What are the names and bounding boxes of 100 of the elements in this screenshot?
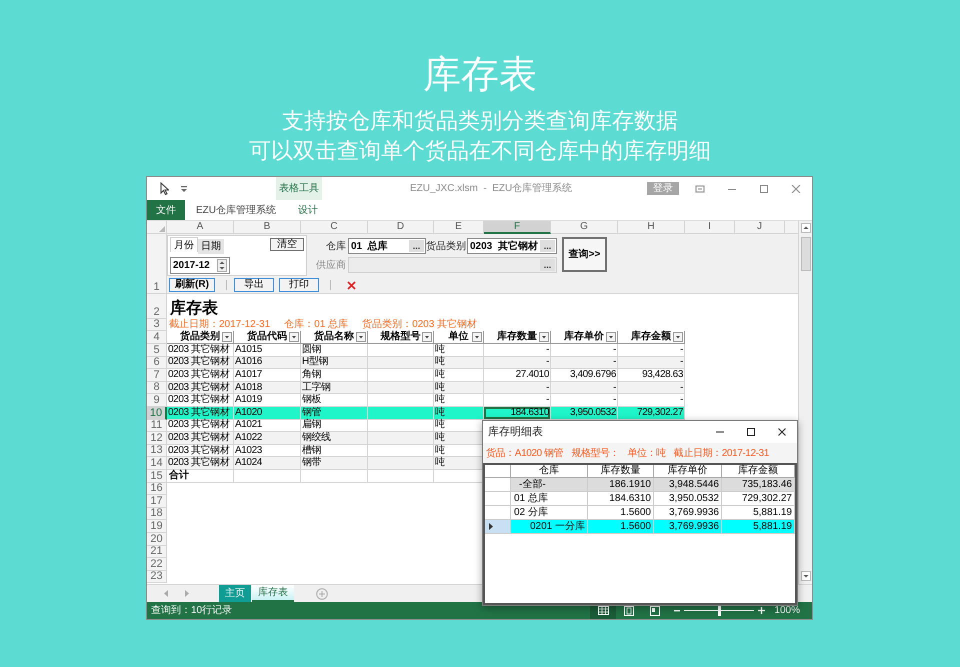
row-number[interactable]: 16 <box>147 482 167 496</box>
dropdown-button[interactable] <box>222 332 232 342</box>
table-cell: A1019 <box>234 394 301 407</box>
plus-icon[interactable] <box>758 607 766 614</box>
table-cell: 93,428.63 <box>618 369 685 382</box>
month-field[interactable]: 2017-12 <box>170 257 230 274</box>
table-cell <box>368 406 434 420</box>
table-cell <box>368 344 434 357</box>
date-tab[interactable]: 日期 <box>198 239 224 254</box>
context-tab[interactable]: 表格工具 <box>276 177 322 200</box>
column-header[interactable]: D <box>368 221 434 234</box>
vertical-scrollbar[interactable] <box>798 221 812 584</box>
row-number[interactable]: 23 <box>147 570 167 584</box>
table-cell: 钢板 <box>301 394 368 407</box>
spinner-icon[interactable] <box>217 259 227 272</box>
row-number[interactable]: 5 <box>147 344 167 357</box>
row-number[interactable]: 13 <box>147 444 167 458</box>
row-number[interactable]: 12 <box>147 432 167 445</box>
row-number[interactable]: 15 <box>147 470 167 483</box>
dropdown-button[interactable] <box>673 332 683 342</box>
grid-view-icon[interactable] <box>598 606 609 615</box>
row-header[interactable] <box>485 520 511 534</box>
row-number[interactable]: 19 <box>147 520 167 533</box>
total-label: 合计 <box>167 470 234 483</box>
sheet-tab[interactable]: 主页 <box>219 585 251 602</box>
table-cell: 吨 <box>434 382 484 394</box>
minus-icon[interactable] <box>674 610 680 612</box>
dropdown-button[interactable] <box>539 332 549 342</box>
row-number[interactable]: 3 <box>147 319 167 331</box>
row-number[interactable]: 1 <box>147 234 167 294</box>
column-header[interactable]: G <box>551 221 618 234</box>
dropdown-button[interactable] <box>472 332 482 342</box>
ribbon-tab[interactable]: EZU仓库管理系统 <box>194 200 278 220</box>
row-number[interactable]: 22 <box>147 558 167 571</box>
page-break-icon[interactable] <box>650 606 660 616</box>
column-header[interactable]: J <box>735 221 785 234</box>
ribbon-tab[interactable]: 设计 <box>296 200 320 220</box>
dropdown-button[interactable] <box>422 332 432 342</box>
scrollbar-thumb[interactable] <box>800 237 810 271</box>
table-cell: - <box>484 356 551 370</box>
row-number[interactable]: 21 <box>147 546 167 558</box>
column-header[interactable]: A <box>167 221 234 234</box>
maximize-icon[interactable] <box>746 427 756 437</box>
table-cell: - <box>484 382 551 394</box>
row-number[interactable]: 7 <box>147 369 167 382</box>
input-field[interactable]: 0203 其它钢材 ... <box>467 238 557 254</box>
sheet-tab[interactable]: 库存表 <box>252 585 294 602</box>
customize-icon[interactable] <box>181 186 187 192</box>
row-number[interactable]: 4 <box>147 331 167 344</box>
table-cell <box>234 470 301 483</box>
row-number[interactable]: 11 <box>147 420 167 432</box>
delete-icon[interactable] <box>347 280 356 290</box>
table-cell: 01 总库 <box>511 492 588 506</box>
column-header[interactable]: I <box>685 221 735 234</box>
row-number[interactable]: 9 <box>147 394 167 407</box>
column-header[interactable]: F <box>484 221 551 234</box>
close-icon[interactable] <box>776 427 786 437</box>
row-number[interactable]: 14 <box>147 457 167 470</box>
clear-button[interactable]: 清空 <box>270 238 304 251</box>
toolbar-button[interactable]: 导出 <box>234 278 274 292</box>
table-cell: 吨 <box>434 356 484 370</box>
toolbar-button[interactable]: 打印 <box>279 278 319 292</box>
query-button[interactable]: 查询>> <box>562 237 607 272</box>
column-header[interactable]: H <box>618 221 685 234</box>
table-cell <box>368 369 434 382</box>
table-cell: 吨 <box>434 406 484 420</box>
dropdown-button[interactable] <box>606 332 616 342</box>
table-cell: A1023 <box>234 444 301 458</box>
window-title: EZU_JXC.xlsm - EZU仓库管理系统 <box>410 182 572 196</box>
ribbon-display-icon[interactable] <box>695 184 705 192</box>
scroll-up-icon[interactable] <box>800 223 810 233</box>
toolbar-button[interactable]: 刷新(R) <box>169 278 215 292</box>
row-number[interactable]: 6 <box>147 356 167 370</box>
column-header: 货品代码 <box>247 331 287 343</box>
dropdown-button[interactable] <box>289 332 299 342</box>
table-cell: 角钢 <box>301 369 368 382</box>
column-header[interactable]: B <box>234 221 301 234</box>
info-text: 货品：A1020 钢管 <box>486 446 564 460</box>
table-cell <box>368 382 434 394</box>
row-number[interactable]: 17 <box>147 495 167 508</box>
date-tab[interactable]: 月份 <box>170 237 198 252</box>
row-number[interactable]: 8 <box>147 382 167 394</box>
row-number[interactable]: 18 <box>147 508 167 520</box>
column-header[interactable]: E <box>434 221 484 234</box>
row-number[interactable]: 10 <box>147 406 167 420</box>
browse-button[interactable]: ... <box>540 240 555 252</box>
browse-button[interactable]: ... <box>409 240 424 252</box>
table-cell: 3,950.0532 <box>654 492 722 506</box>
row-number[interactable]: 2 <box>147 294 167 319</box>
table-cell: 735,183.46 <box>722 478 795 492</box>
input-field[interactable]: 01 总库 ... <box>348 238 426 254</box>
table-cell <box>368 420 434 432</box>
dropdown-button[interactable] <box>356 332 366 342</box>
row-number[interactable]: 20 <box>147 532 167 546</box>
table-cell: 0203 其它钢材 <box>167 356 234 370</box>
column-header[interactable]: C <box>301 221 368 234</box>
page-layout-icon[interactable] <box>624 606 634 616</box>
slider-thumb[interactable] <box>718 605 721 616</box>
scroll-down-icon[interactable] <box>800 571 810 581</box>
table-cell: - <box>551 344 618 357</box>
